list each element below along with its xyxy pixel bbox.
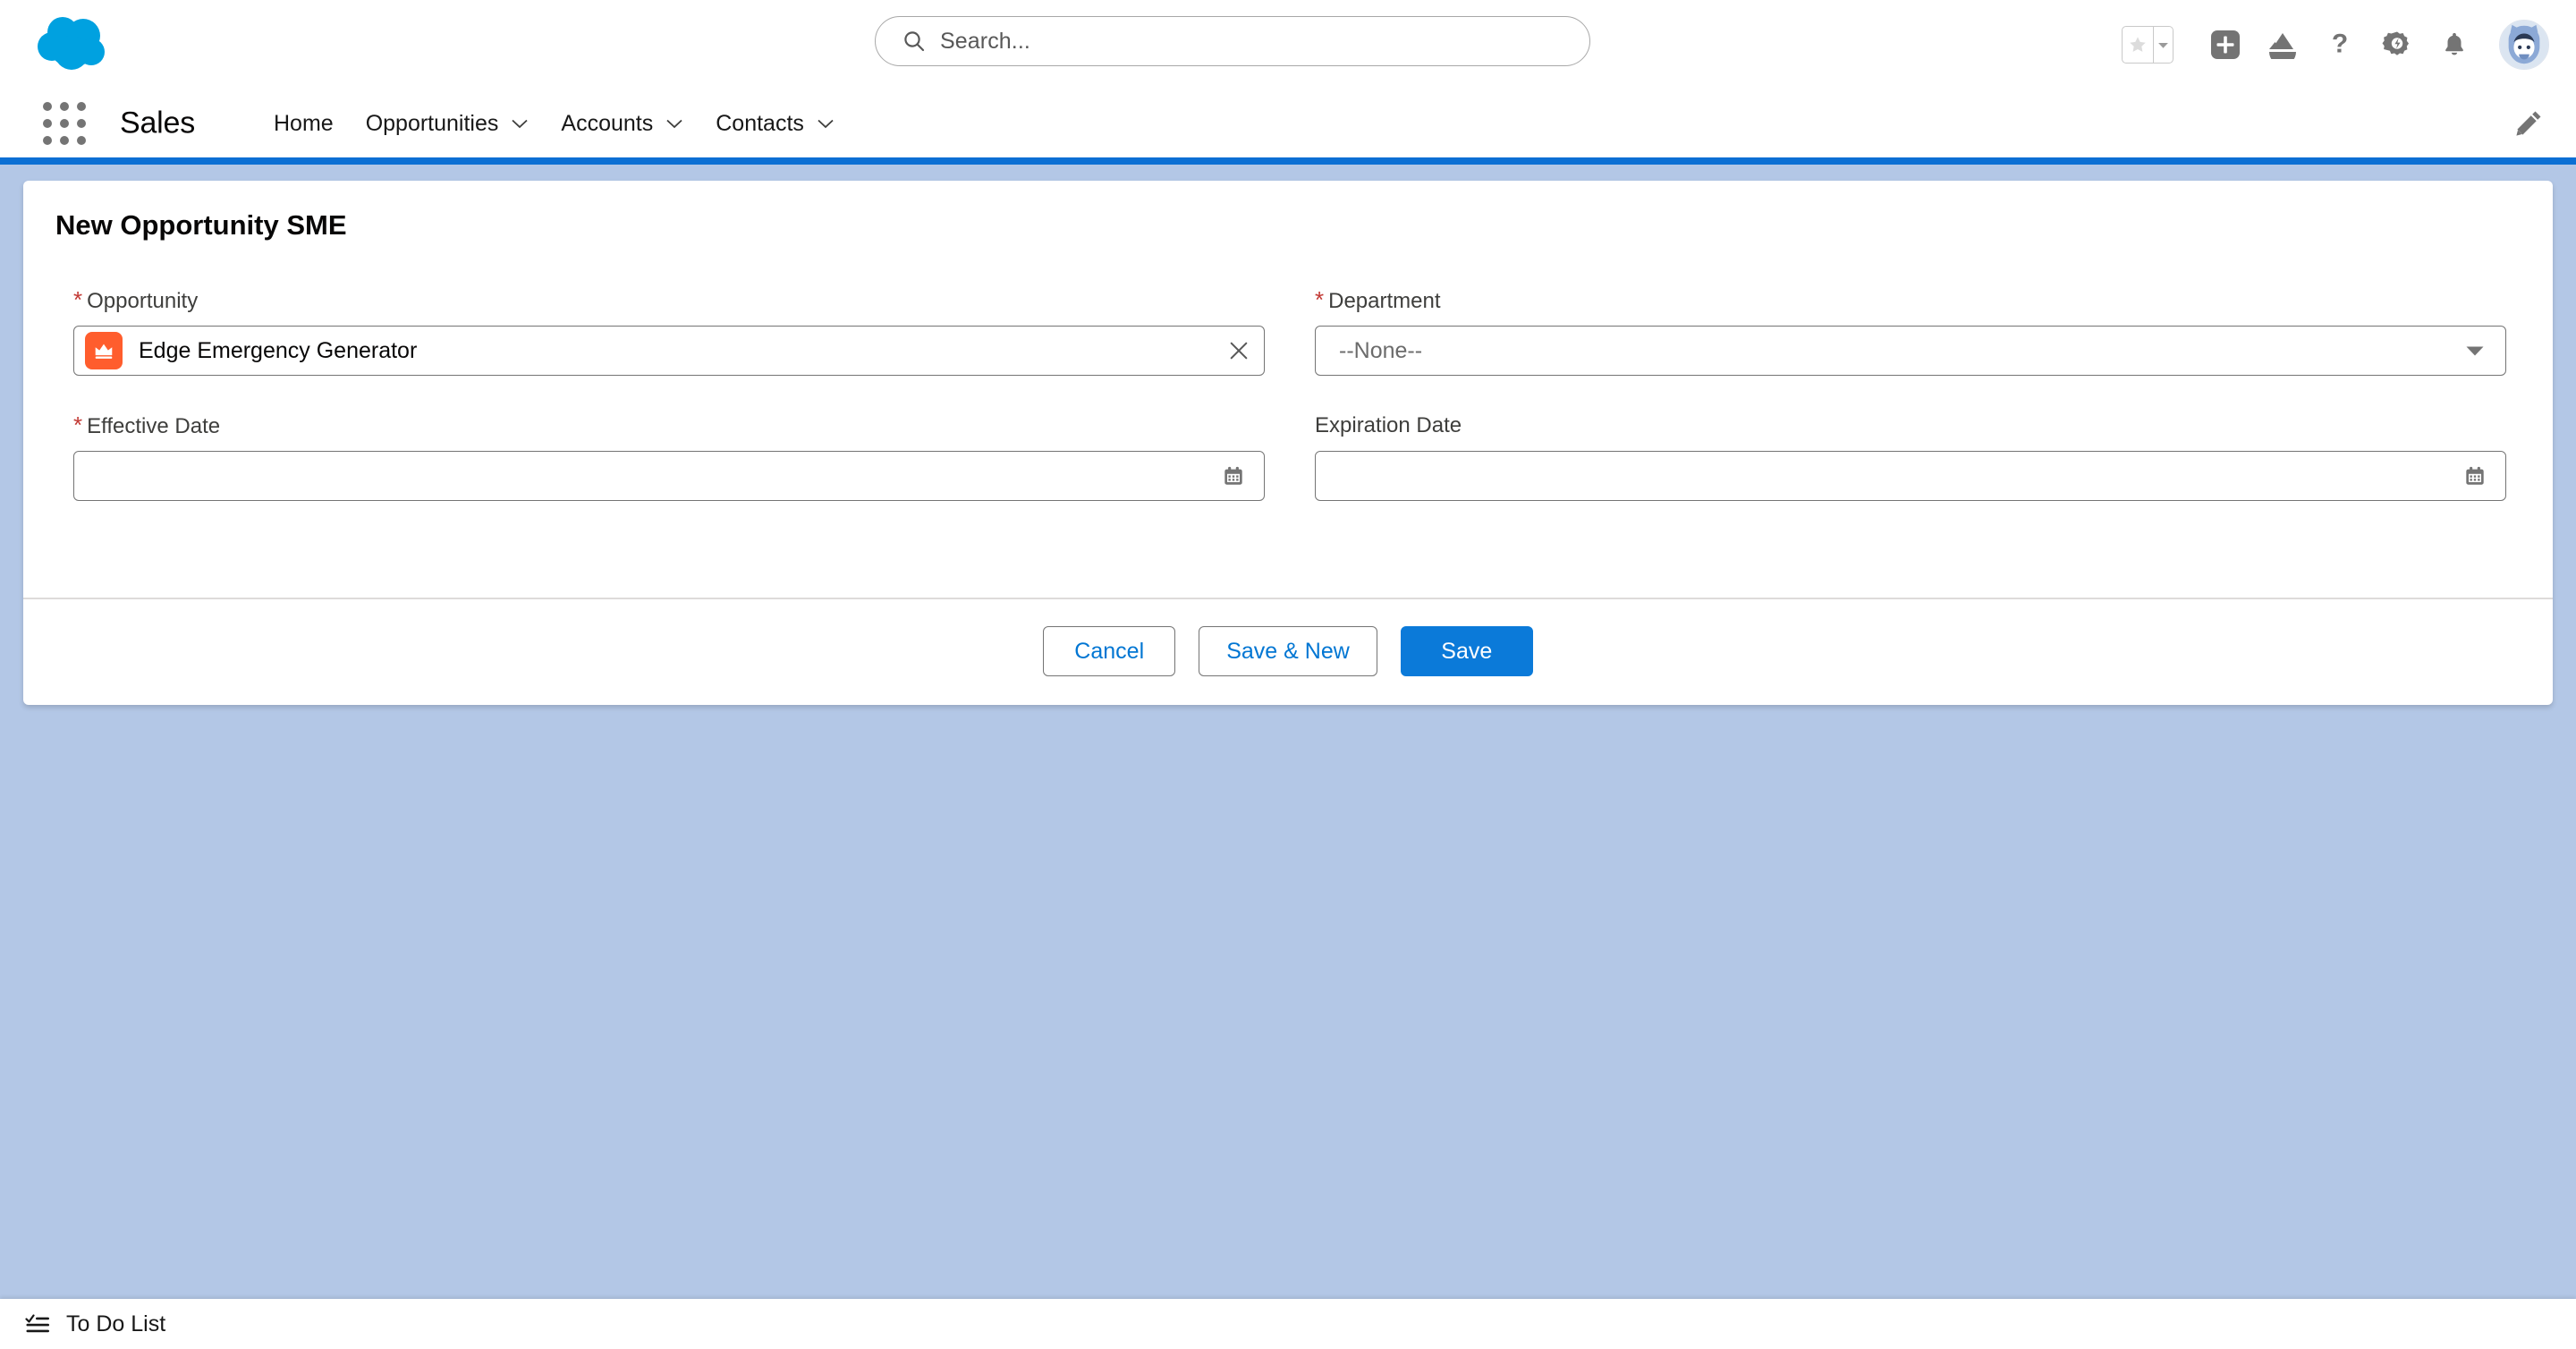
search-input[interactable]: Search... [875,16,1590,66]
label-text: Effective Date [87,414,220,439]
app-navigation-bar: Sales Home Opportunities Accounts Contac… [0,89,2576,157]
add-icon[interactable] [2200,20,2250,70]
field-label-department: * Department [1315,288,2506,313]
opportunity-crown-icon [85,332,123,369]
button-label: Save [1441,639,1492,665]
todo-list-icon [25,1311,50,1336]
app-launcher-waffle-icon[interactable] [43,102,86,145]
header-actions: ? [2122,0,2553,89]
department-picklist[interactable]: --None-- [1315,326,2506,376]
avatar[interactable] [2499,20,2549,70]
required-marker: * [1315,288,1324,311]
chevron-down-icon[interactable] [2450,326,2500,376]
page-title: New Opportunity SME [55,209,347,242]
search-icon [902,30,926,53]
nav-items: Home Opportunities Accounts Contacts [258,89,851,157]
search-container[interactable]: Search... [875,16,1590,66]
required-marker: * [73,288,82,311]
button-label: Cancel [1074,639,1144,665]
field-expiration-date: Expiration Date [1315,413,2506,501]
mountain-icon[interactable] [2258,20,2308,70]
form-actions: Cancel Save & New Save [23,599,2553,703]
nav-item-opportunities[interactable]: Opportunities [350,89,546,157]
nav-item-accounts[interactable]: Accounts [545,89,699,157]
new-opportunity-sme-form: New Opportunity SME * Opportunity [23,181,2553,705]
button-label: Save & New [1226,639,1350,665]
opportunity-lookup-input[interactable]: Edge Emergency Generator [73,326,1265,376]
form-row: * Effective Date [73,413,2506,501]
nav-item-label: Home [274,111,334,137]
nav-item-label: Contacts [716,111,804,137]
calendar-icon[interactable] [1208,451,1258,501]
chevron-down-icon[interactable] [817,118,835,129]
nav-item-label: Opportunities [366,111,499,137]
label-text: Expiration Date [1315,413,1462,438]
nav-item-contacts[interactable]: Contacts [699,89,851,157]
favorites-caret-icon[interactable] [2154,27,2173,63]
label-text: Opportunity [87,289,198,314]
notifications-bell-icon[interactable] [2429,20,2479,70]
effective-date-input[interactable] [73,451,1265,501]
save-and-new-button[interactable]: Save & New [1199,626,1377,676]
page-body: New Opportunity SME * Opportunity [0,165,2576,1299]
form-row: * Opportunity Edge Emergency Generator [73,288,2506,376]
nav-item-home[interactable]: Home [258,89,350,157]
field-effective-date: * Effective Date [73,413,1265,501]
opportunity-value: Edge Emergency Generator [139,338,1214,364]
field-label-opportunity: * Opportunity [73,288,1265,313]
chevron-down-icon[interactable] [665,118,683,129]
cancel-button[interactable]: Cancel [1043,626,1175,676]
label-text: Department [1328,289,1440,314]
field-department: * Department --None-- [1315,288,2506,376]
utility-item-to-do-list[interactable]: To Do List [0,1299,191,1349]
nav-accent-bar [0,157,2576,165]
close-icon[interactable] [1214,326,1264,376]
nav-item-label: Accounts [561,111,653,137]
utility-item-label: To Do List [66,1311,165,1337]
department-value: --None-- [1316,338,2450,364]
favorites-star-icon[interactable] [2123,27,2154,63]
calendar-icon[interactable] [2450,451,2500,501]
expiration-date-input[interactable] [1315,451,2506,501]
help-icon[interactable]: ? [2315,20,2365,70]
utility-bar: To Do List [0,1299,2576,1349]
save-button[interactable]: Save [1401,626,1533,676]
required-marker: * [73,413,82,437]
field-opportunity: * Opportunity Edge Emergency Generator [73,288,1265,376]
field-label-expiration-date: Expiration Date [1315,413,2506,438]
pencil-icon[interactable] [2513,108,2544,139]
form-fields: * Opportunity Edge Emergency Generator [73,288,2506,539]
app-name[interactable]: Sales [120,106,195,141]
salesforce-cloud-logo[interactable] [32,13,118,75]
favorites-group[interactable] [2122,26,2174,64]
field-label-effective-date: * Effective Date [73,413,1265,438]
search-placeholder: Search... [940,29,1030,55]
svg-text:?: ? [2332,30,2348,58]
global-header: Search... [0,0,2576,89]
chevron-down-icon[interactable] [511,118,529,129]
setup-gear-icon[interactable] [2372,20,2422,70]
